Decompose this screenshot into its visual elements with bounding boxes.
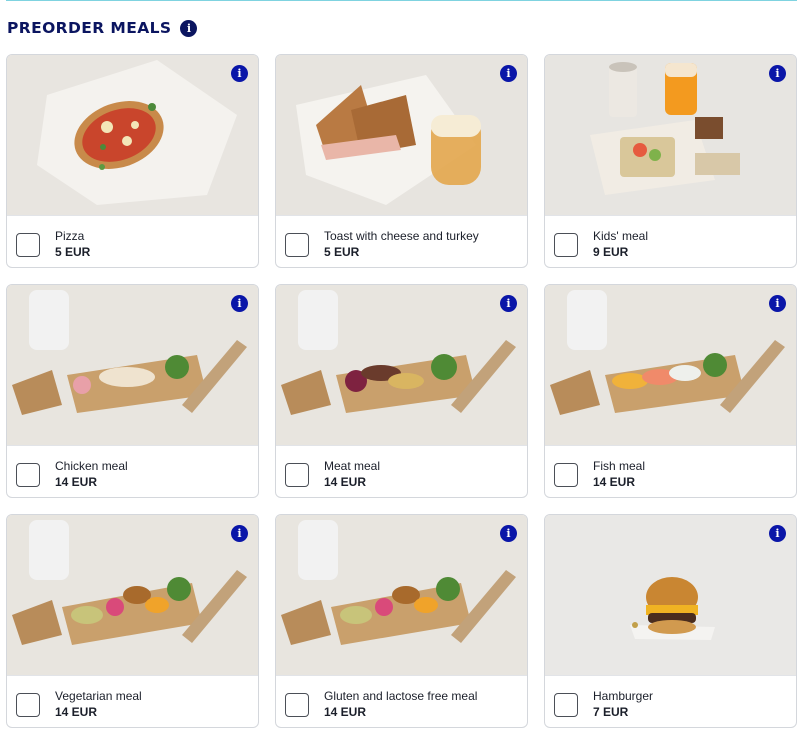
meal-price: 5 EUR <box>55 245 91 259</box>
meal-price: 14 EUR <box>593 475 636 489</box>
meal-photo-meat: i <box>276 285 527 445</box>
meal-photo-chicken: i <box>7 285 258 445</box>
meal-price: 14 EUR <box>324 705 367 719</box>
meal-info-icon[interactable]: i <box>500 65 517 82</box>
meal-name: Hamburger <box>593 689 654 703</box>
meal-name: Fish meal <box>593 459 646 473</box>
meal-grid: i Pizza 5 EUR i Toast with cheese and tu… <box>6 54 797 728</box>
meal-photo-kids: i <box>545 55 796 215</box>
meal-photo-gluten-lactose-free: i <box>276 515 527 675</box>
meal-info-icon[interactable]: i <box>231 295 248 312</box>
meal-photo-hamburger: i <box>545 515 796 675</box>
meal-card-toast: i Toast with cheese and turkey 5 EUR <box>275 54 528 268</box>
meal-select-row: Toast with cheese and turkey 5 EUR <box>276 215 527 267</box>
meal-select-row: Kids' meal 9 EUR <box>545 215 796 267</box>
page-title: PREORDER MEALS <box>7 19 172 37</box>
meal-price: 14 EUR <box>324 475 367 489</box>
meal-name: Meat meal <box>324 459 381 473</box>
meal-select-row: Gluten and lactose free meal 14 EUR <box>276 675 527 727</box>
meal-info-icon[interactable]: i <box>769 295 786 312</box>
meal-card-chicken: i Chicken meal 14 EUR <box>6 284 259 498</box>
meal-card-hamburger: i Hamburger 7 EUR <box>544 514 797 728</box>
info-icon[interactable]: i <box>180 19 198 37</box>
meal-select-row: Meat meal 14 EUR <box>276 445 527 497</box>
meal-select-row: Hamburger 7 EUR <box>545 675 796 727</box>
meal-photo-vegetarian: i <box>7 515 258 675</box>
meal-card-vegetarian: i Vegetarian meal 14 EUR <box>6 514 259 728</box>
meal-checkbox-gluten-lactose-free[interactable] <box>285 693 309 717</box>
meal-info-icon[interactable]: i <box>231 525 248 542</box>
meal-info-icon[interactable]: i <box>769 65 786 82</box>
meal-checkbox-meat[interactable] <box>285 463 309 487</box>
meal-info-icon[interactable]: i <box>231 65 248 82</box>
meal-checkbox-pizza[interactable] <box>16 233 40 257</box>
meal-price: 14 EUR <box>55 705 98 719</box>
top-divider <box>6 0 797 1</box>
meal-checkbox-toast[interactable] <box>285 233 309 257</box>
meal-checkbox-fish[interactable] <box>554 463 578 487</box>
meal-card-pizza: i Pizza 5 EUR <box>6 54 259 268</box>
meal-checkbox-vegetarian[interactable] <box>16 693 40 717</box>
meal-checkbox-kids[interactable] <box>554 233 578 257</box>
meal-card-kids: i Kids' meal 9 EUR <box>544 54 797 268</box>
meal-card-meat: i Meat meal 14 EUR <box>275 284 528 498</box>
meal-name: Kids' meal <box>593 229 648 243</box>
meal-name: Toast with cheese and turkey <box>324 229 479 243</box>
preorder-header: PREORDER MEALS i <box>7 16 198 40</box>
meal-select-row: Chicken meal 14 EUR <box>7 445 258 497</box>
meal-select-row: Fish meal 14 EUR <box>545 445 796 497</box>
meal-info-icon[interactable]: i <box>500 295 517 312</box>
meal-name: Pizza <box>55 229 85 243</box>
meal-photo-pizza: i <box>7 55 258 215</box>
meal-name: Chicken meal <box>55 459 128 473</box>
meal-photo-fish: i <box>545 285 796 445</box>
meal-price: 9 EUR <box>593 245 629 259</box>
meal-price: 14 EUR <box>55 475 98 489</box>
meal-photo-toast: i <box>276 55 527 215</box>
meal-checkbox-hamburger[interactable] <box>554 693 578 717</box>
meal-price: 5 EUR <box>324 245 360 259</box>
meal-name: Gluten and lactose free meal <box>324 689 478 703</box>
meal-checkbox-chicken[interactable] <box>16 463 40 487</box>
meal-card-fish: i Fish meal 14 EUR <box>544 284 797 498</box>
meal-select-row: Vegetarian meal 14 EUR <box>7 675 258 727</box>
meal-info-icon[interactable]: i <box>500 525 517 542</box>
meal-card-gluten-lactose-free: i Gluten and lactose free meal 14 EUR <box>275 514 528 728</box>
meal-name: Vegetarian meal <box>55 689 142 703</box>
meal-price: 7 EUR <box>593 705 629 719</box>
meal-info-icon[interactable]: i <box>769 525 786 542</box>
meal-select-row: Pizza 5 EUR <box>7 215 258 267</box>
